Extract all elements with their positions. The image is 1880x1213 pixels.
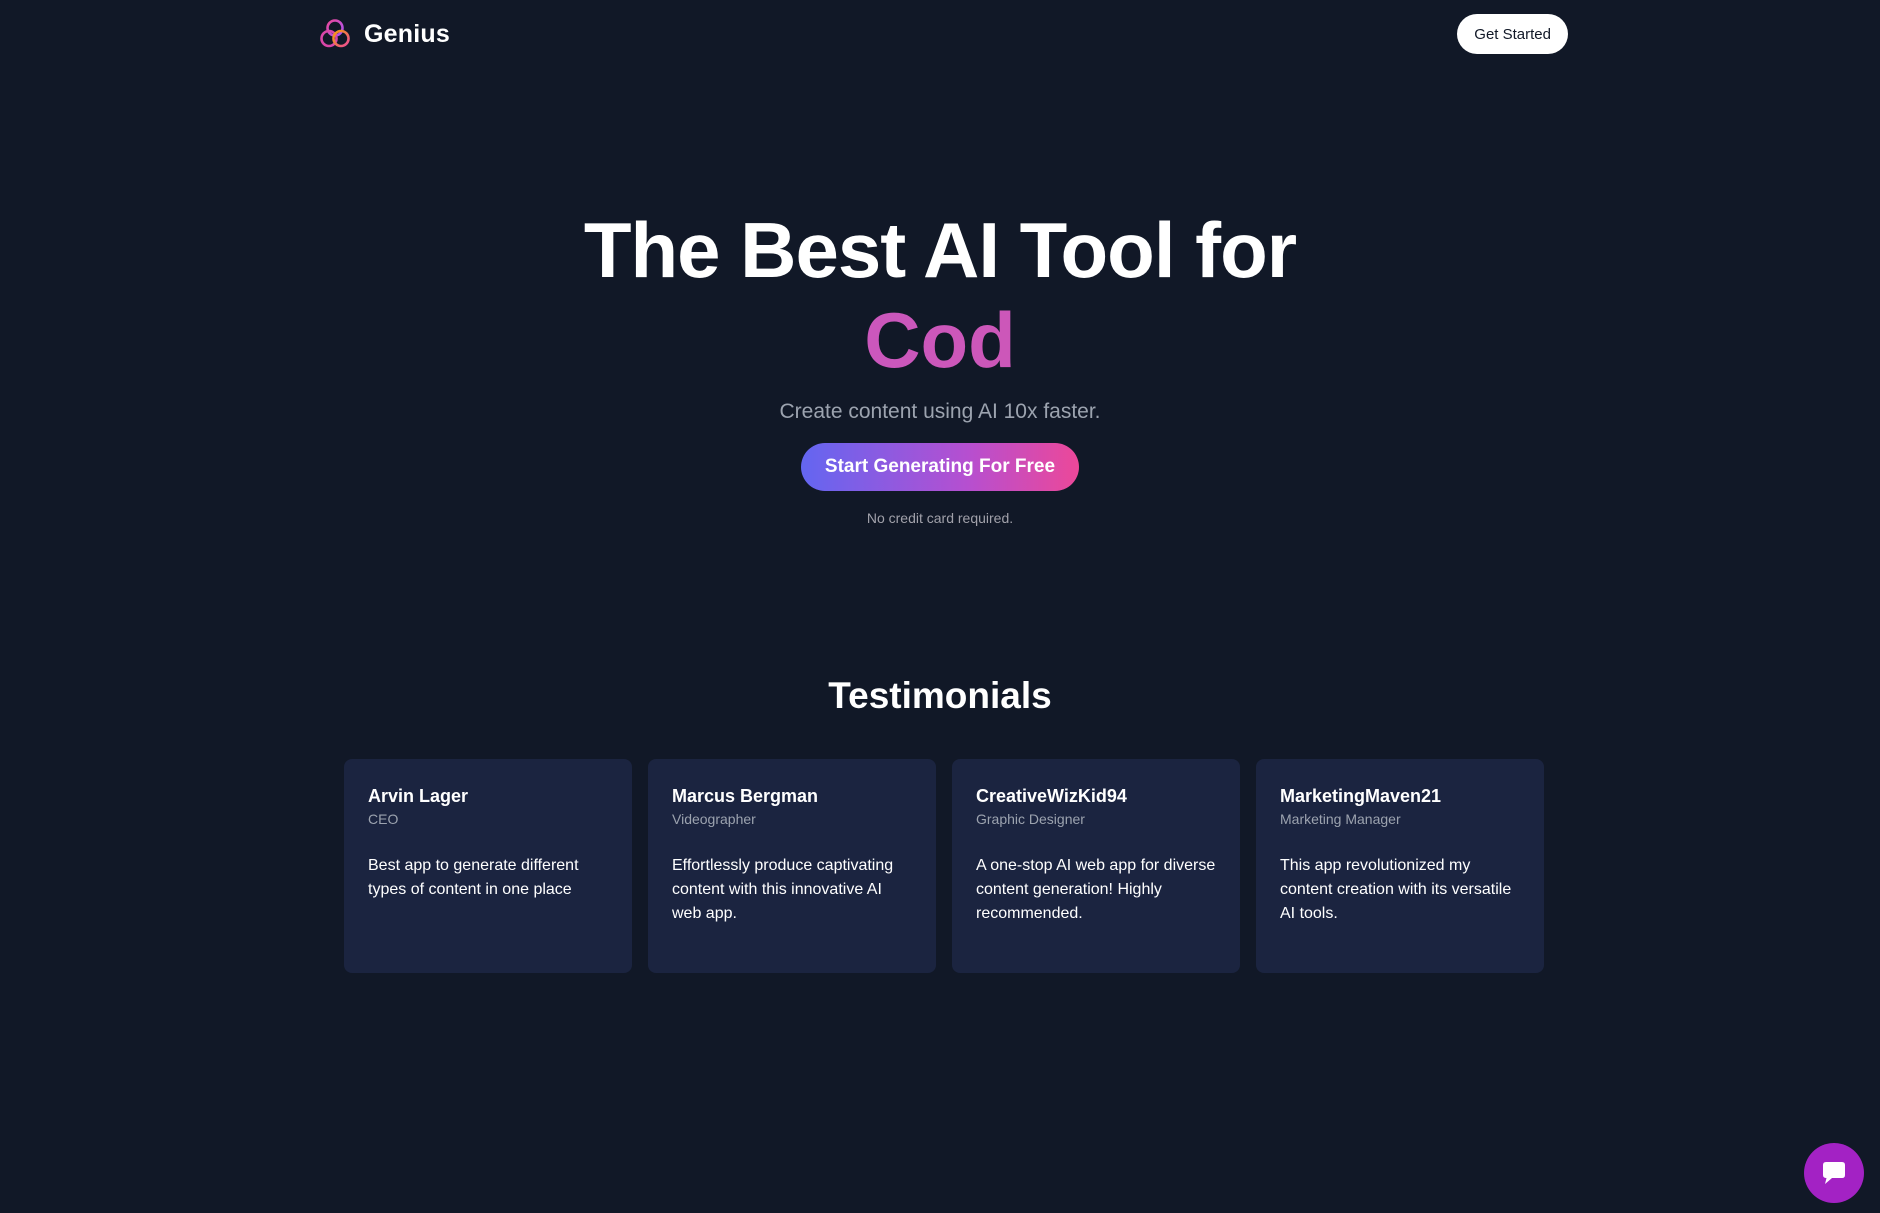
hero-title: The Best AI Tool for xyxy=(583,206,1297,294)
hero-typed-text: Cod xyxy=(0,295,1880,385)
testimonial-quote: Effortlessly produce captivating content… xyxy=(672,857,894,922)
brand-name: Genius xyxy=(364,19,450,48)
testimonial-quote: Best app to generate different types of … xyxy=(368,857,579,898)
three-rings-logo-icon xyxy=(320,19,350,48)
testimonials-heading: Testimonials xyxy=(828,675,1052,716)
testimonial-name: CreativeWizKid94 xyxy=(976,786,1127,806)
landing-page: Genius Get Started The Best AI Tool for … xyxy=(0,0,1880,1213)
testimonial-card: Arvin Lager CEO Best app to generate dif… xyxy=(344,759,632,973)
testimonials-list: Arvin Lager CEO Best app to generate dif… xyxy=(344,759,1544,973)
no-credit-card-note: No credit card required. xyxy=(866,510,1014,526)
brand-link[interactable]: Genius xyxy=(318,17,450,51)
testimonial-quote: A one-stop AI web app for diverse conten… xyxy=(976,857,1216,922)
testimonial-role: CEO xyxy=(368,811,399,827)
start-generating-button[interactable]: Start Generating For Free xyxy=(800,443,1080,491)
testimonial-card: CreativeWizKid94 Graphic Designer A one-… xyxy=(952,759,1240,973)
testimonial-card: MarketingMaven21 Marketing Manager This … xyxy=(1256,759,1544,973)
hero-subtitle: Create content using AI 10x faster. xyxy=(779,400,1101,423)
get-started-button[interactable]: Get Started xyxy=(1457,14,1568,54)
testimonial-role: Marketing Manager xyxy=(1280,811,1401,827)
chat-icon xyxy=(1823,1162,1845,1184)
navbar: Genius Get Started xyxy=(318,14,1568,54)
testimonial-name: Arvin Lager xyxy=(368,786,469,806)
testimonial-quote: This app revolutionized my content creat… xyxy=(1280,857,1512,922)
testimonial-role: Graphic Designer xyxy=(976,811,1085,827)
testimonial-name: Marcus Bergman xyxy=(672,786,819,806)
testimonial-role: Videographer xyxy=(672,811,756,827)
testimonial-name: MarketingMaven21 xyxy=(1280,786,1442,806)
chat-widget-button[interactable] xyxy=(1804,1143,1864,1203)
testimonial-card: Marcus Bergman Videographer Effortlessly… xyxy=(648,759,936,973)
hero-section: The Best AI Tool for Cod Create content … xyxy=(0,205,1880,526)
